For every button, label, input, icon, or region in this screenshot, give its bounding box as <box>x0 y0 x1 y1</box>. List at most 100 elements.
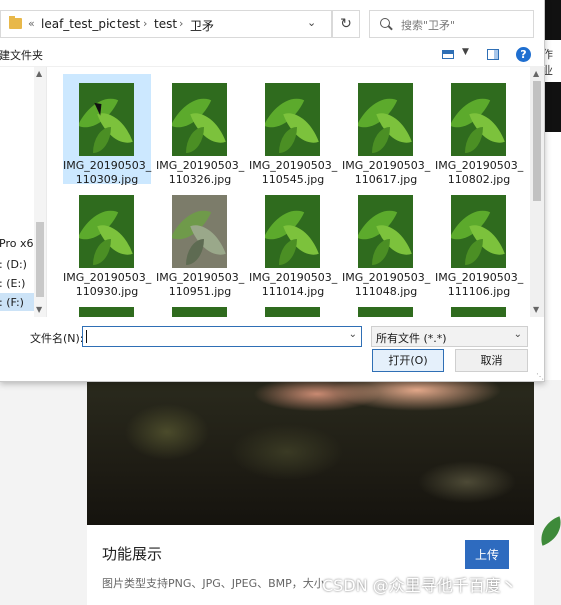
chevron-down-icon[interactable]: ⌄ <box>514 329 522 340</box>
view-icon[interactable] <box>442 50 454 59</box>
file-name-line: IMG_20190503_ <box>156 271 245 284</box>
leaf-shape <box>279 239 297 265</box>
leaf-shape <box>372 239 390 265</box>
image-thumbnail <box>79 195 134 268</box>
file-tile[interactable] <box>435 298 523 317</box>
background-dark-block <box>544 82 561 132</box>
image-thumbnail <box>265 195 320 268</box>
file-name: IMG_20190503_ 110617.jpg <box>342 159 430 187</box>
file-name-line: 110326.jpg <box>168 173 232 186</box>
file-name-line: 110951.jpg <box>168 285 232 298</box>
uploaded-leaf-photo <box>87 382 534 525</box>
file-tile[interactable]: IMG_20190503_ 110617.jpg <box>342 74 430 187</box>
file-tile[interactable]: IMG_20190503_ 111048.jpg <box>342 186 431 298</box>
leaf-shape <box>451 313 491 317</box>
file-name-line: 110930.jpg <box>75 285 139 298</box>
file-name-line: IMG_20190503_ <box>342 271 431 284</box>
upload-button[interactable]: 上传 <box>465 540 509 569</box>
breadcrumb-item[interactable]: test <box>117 17 140 31</box>
nav-scroll-thumb[interactable] <box>36 222 44 297</box>
file-tile[interactable] <box>342 298 430 317</box>
resize-grip-icon[interactable]: ⋱ <box>536 372 544 381</box>
file-open-dialog: « leaf_test_pic › test › test › 卫矛 ⌄ ↻ 搜… <box>0 0 545 382</box>
image-thumbnail <box>265 83 320 156</box>
file-tile[interactable] <box>63 298 151 317</box>
file-name: IMG_20190503_ 110309.jpg <box>63 159 151 187</box>
address-bar[interactable]: « leaf_test_pic › test › test › 卫矛 ⌄ <box>0 10 332 38</box>
folder-icon <box>9 16 22 29</box>
chevron-down-icon[interactable]: ⌄ <box>349 329 357 340</box>
search-icon <box>380 18 390 28</box>
card-title: 功能展示 <box>102 545 163 563</box>
scroll-down-icon[interactable]: ▼ <box>533 305 539 314</box>
image-thumbnail <box>451 195 506 268</box>
leaf-shape <box>186 239 204 265</box>
file-name-line: IMG_20190503_ <box>156 159 245 172</box>
watermark: CSDN @众里寻他千百度丶 <box>322 576 517 595</box>
file-name-line: IMG_20190503_ <box>249 271 338 284</box>
scroll-down-icon[interactable]: ▼ <box>36 305 42 314</box>
file-name-line: IMG_20190503_ <box>435 271 524 284</box>
file-name-line: IMG_20190503_ <box>249 159 338 172</box>
filename-input[interactable]: ⌄ <box>82 326 362 347</box>
refresh-icon[interactable]: ↻ <box>332 10 360 38</box>
navigation-pane: Pro x64 : (D:) : (E:) : (F:) ▲ ▼ <box>0 67 47 317</box>
file-tile[interactable]: IMG_20190503_ 110802.jpg <box>435 74 523 187</box>
breadcrumb-item[interactable]: 卫矛 <box>190 17 214 34</box>
breadcrumb-separator: › <box>143 17 148 30</box>
file-scroll-thumb[interactable] <box>533 81 541 201</box>
file-tile[interactable]: IMG_20190503_ 111014.jpg <box>249 186 337 299</box>
file-tile[interactable]: IMG_20190503_ 110951.jpg <box>156 186 245 298</box>
image-thumbnail <box>358 307 413 317</box>
file-tile[interactable]: IMG_20190503_ 110545.jpg <box>249 74 338 186</box>
nav-prefix[interactable]: « <box>28 17 35 30</box>
file-tile[interactable]: IMG_20190503_ 110326.jpg <box>156 74 244 187</box>
text-caret <box>86 330 87 343</box>
search-input[interactable]: 搜索"卫矛" <box>369 10 534 38</box>
image-thumbnail <box>451 307 506 317</box>
nav-item-drive-e[interactable]: : (E:) <box>0 277 25 290</box>
filetype-select[interactable]: 所有文件 (*.*) ⌄ <box>371 326 528 347</box>
help-icon[interactable]: ? <box>516 47 531 62</box>
preview-pane-icon[interactable] <box>487 49 499 60</box>
image-thumbnail <box>358 83 413 156</box>
leaf-shape <box>93 239 111 265</box>
nav-scrollbar[interactable]: ▲ ▼ <box>34 67 46 317</box>
file-name: IMG_20190503_ 110326.jpg <box>156 159 244 187</box>
file-name: IMG_20190503_ 111106.jpg <box>435 271 523 299</box>
file-tile[interactable]: IMG_20190503_ 110930.jpg <box>63 186 151 298</box>
nav-item-drive-d[interactable]: : (D:) <box>0 258 27 271</box>
leaf-shape <box>372 127 390 153</box>
scroll-up-icon[interactable]: ▲ <box>36 69 42 78</box>
file-name-line: 110802.jpg <box>447 173 511 186</box>
file-name: IMG_20190503_ 111014.jpg <box>249 271 337 299</box>
new-folder-button[interactable]: 建文件夹 <box>0 47 43 63</box>
file-name-line: IMG_20190503_ <box>435 159 524 172</box>
leaf-shape <box>265 313 305 317</box>
file-name-line: IMG_20190503_ <box>63 159 152 172</box>
file-name-line: IMG_20190503_ <box>342 159 431 172</box>
file-tile[interactable] <box>156 298 244 317</box>
open-button[interactable]: 打开(O) <box>372 349 444 372</box>
image-thumbnail <box>172 307 227 317</box>
chevron-down-icon[interactable]: ▼ <box>462 47 469 57</box>
file-tile[interactable]: IMG_20190503_ 110309.jpg <box>63 74 151 187</box>
file-name: IMG_20190503_ 110802.jpg <box>435 159 523 187</box>
breadcrumb-item[interactable]: test <box>154 17 177 31</box>
image-thumbnail <box>172 83 227 156</box>
file-tile[interactable]: IMG_20190503_ 111106.jpg <box>435 186 523 299</box>
image-thumbnail <box>79 83 134 156</box>
chevron-down-icon[interactable]: ⌄ <box>307 16 316 29</box>
image-thumbnail <box>451 83 506 156</box>
scroll-up-icon[interactable]: ▲ <box>533 69 539 78</box>
leaf-shape <box>465 127 483 153</box>
file-tile[interactable] <box>249 298 337 317</box>
dialog-toolbar: 建文件夹 ▼ ? <box>0 43 545 67</box>
file-list-scrollbar[interactable]: ▲ ▼ <box>530 67 544 317</box>
breadcrumb-item[interactable]: leaf_test_pic <box>41 17 116 31</box>
cancel-button[interactable]: 取消 <box>455 349 528 372</box>
image-thumbnail <box>172 195 227 268</box>
filetype-value: 所有文件 (*.*) <box>376 332 447 345</box>
nav-item-drive-f[interactable]: : (F:) <box>0 296 24 309</box>
image-thumbnail <box>358 195 413 268</box>
